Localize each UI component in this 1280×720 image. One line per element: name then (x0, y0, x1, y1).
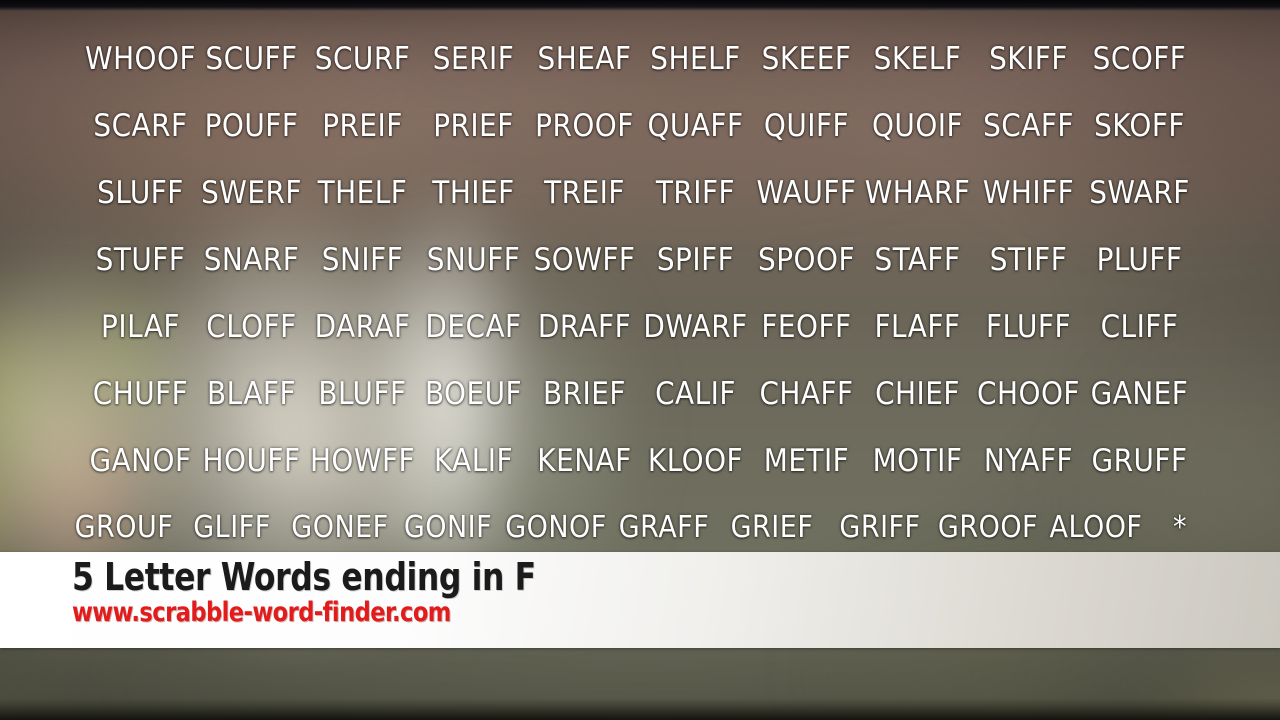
word-cell: CLOFF (206, 309, 297, 345)
word-cell: GRIEF (730, 510, 814, 545)
video-frame: WHOOF SCUFF SCURF SERIF SHEAF SHELF SKEEF SKELF… (0, 0, 1280, 720)
word-cell: SWERF (201, 175, 302, 211)
word-row: SLUFF SWERF THELF THIEF TREIF TRIFF WAUFF WHARF… (0, 178, 1280, 245)
word-row: CHUFF BLAFF BLUFF BOEUF BRIEF CALIF CHAFF CHIEF… (0, 379, 1280, 446)
word-cell: SKEEF (761, 41, 852, 77)
word-cell: GRIFF (839, 510, 921, 545)
word-cell: SNIFF (321, 242, 404, 278)
word-cell: BOEUF (424, 376, 523, 412)
word-cell: SCAFF (983, 108, 1074, 144)
website-url[interactable]: www.scrabble-word-finder.com (72, 598, 541, 627)
word-cell: PREIF (322, 108, 403, 144)
word-cell: FLAFF (874, 309, 961, 345)
word-cell: GRAFF (618, 510, 710, 545)
word-cell: SHELF (650, 41, 741, 77)
word-cell: PRIEF (433, 108, 514, 144)
word-cell: POUFF (204, 108, 299, 144)
word-cell: GROOF (937, 510, 1039, 545)
trailing-marker: * (1173, 510, 1187, 545)
word-cell: CLIFF (1100, 309, 1179, 345)
word-cell: CHOOF (977, 376, 1080, 412)
word-cell: QUIFF (763, 108, 850, 144)
page-title: 5 Letter Words ending in F (72, 555, 536, 599)
word-cell: TRIFF (655, 175, 736, 211)
lower-third-banner: 5 Letter Words ending in F www.scrabble-… (0, 552, 1280, 648)
word-cell: SWARF (1089, 175, 1190, 211)
word-cell: SCURF (314, 41, 411, 77)
word-cell: QUOIF (871, 108, 964, 144)
word-cell: SCARF (93, 108, 188, 144)
word-cell: SKELF (873, 41, 962, 77)
word-cell: SOWFF (533, 242, 636, 278)
word-cell: SPIFF (656, 242, 735, 278)
word-cell: METIF (763, 443, 850, 479)
word-list-grid: WHOOF SCUFF SCURF SERIF SHEAF SHELF SKEEF SKELF… (0, 44, 1280, 580)
word-cell: CHAFF (759, 376, 854, 412)
word-cell: FEOFF (761, 309, 852, 345)
word-cell: TREIF (544, 175, 625, 211)
word-cell: SLUFF (97, 175, 184, 211)
word-cell: HOUFF (202, 443, 301, 479)
word-cell: DARAF (314, 309, 411, 345)
word-cell: THELF (317, 175, 408, 211)
word-cell: KENAF (537, 443, 632, 479)
banner-text-block: 5 Letter Words ending in F www.scrabble-… (72, 555, 576, 627)
word-cell: WHOOF (85, 41, 196, 77)
word-cell: GRUFF (1091, 443, 1188, 479)
word-cell: CALIF (655, 376, 736, 412)
word-cell: KLOOF (647, 443, 744, 479)
word-cell: STUFF (95, 242, 186, 278)
word-cell: CHUFF (92, 376, 189, 412)
word-cell: SNARF (203, 242, 300, 278)
word-cell: THIEF (432, 175, 515, 211)
word-cell: BLUFF (318, 376, 407, 412)
word-cell: HOWFF (309, 443, 416, 479)
word-cell: GLIFF (193, 510, 271, 545)
word-cell: SERIF (432, 41, 515, 77)
word-cell: SHEAF (537, 41, 632, 77)
word-cell: PILAF (101, 309, 180, 345)
word-row: WHOOF SCUFF SCURF SERIF SHEAF SHELF SKEEF SKELF… (0, 44, 1280, 111)
word-cell: CHIEF (875, 376, 960, 412)
word-cell: ALOOF (1049, 510, 1143, 545)
word-row: PILAF CLOFF DARAF DECAF DRAFF DWARF FEOFF FLAFF… (0, 312, 1280, 379)
word-cell: GONIF (403, 510, 493, 545)
word-row: GANOF HOUFF HOWFF KALIF KENAF KLOOF METIF MOTIF… (0, 446, 1280, 513)
word-cell: GONEF (291, 510, 389, 545)
word-row: SCARF POUFF PREIF PRIEF PROOF QUAFF QUIFF QUOIF… (0, 111, 1280, 178)
word-cell: FLUFF (985, 309, 1072, 345)
word-cell: GANEF (1090, 376, 1189, 412)
word-cell: BLAFF (206, 376, 297, 412)
word-cell: GROUF (74, 510, 174, 545)
word-cell: GANOF (89, 443, 192, 479)
word-cell: SCOFF (1092, 41, 1187, 77)
word-cell: SNUFF (426, 242, 521, 278)
word-cell: DRAFF (537, 309, 632, 345)
word-cell: WHARF (864, 175, 971, 211)
word-cell: DWARF (643, 309, 748, 345)
word-cell: NYAFF (983, 443, 1074, 479)
word-cell: STIFF (989, 242, 1068, 278)
word-cell: GONOF (505, 510, 607, 545)
letterbox-bottom-bar (0, 698, 1280, 720)
word-cell: PROOF (535, 108, 634, 144)
word-cell: DECAF (425, 309, 522, 345)
word-cell: BRIEF (543, 376, 626, 412)
word-cell: SKIFF (989, 41, 1068, 77)
word-cell: SPOOF (758, 242, 855, 278)
word-cell: PLUFF (1096, 242, 1183, 278)
word-cell: SKOFF (1094, 108, 1185, 144)
word-cell: MOTIF (872, 443, 963, 479)
word-cell: STAFF (874, 242, 961, 278)
word-cell: WHIFF (982, 175, 1075, 211)
word-cell: KALIF (433, 443, 514, 479)
word-cell: SCUFF (205, 41, 298, 77)
word-cell: QUAFF (647, 108, 744, 144)
word-row: STUFF SNARF SNIFF SNUFF SOWFF SPIFF SPOOF STAFF… (0, 245, 1280, 312)
letterbox-top-bar (0, 0, 1280, 11)
word-cell: WAUFF (756, 175, 857, 211)
